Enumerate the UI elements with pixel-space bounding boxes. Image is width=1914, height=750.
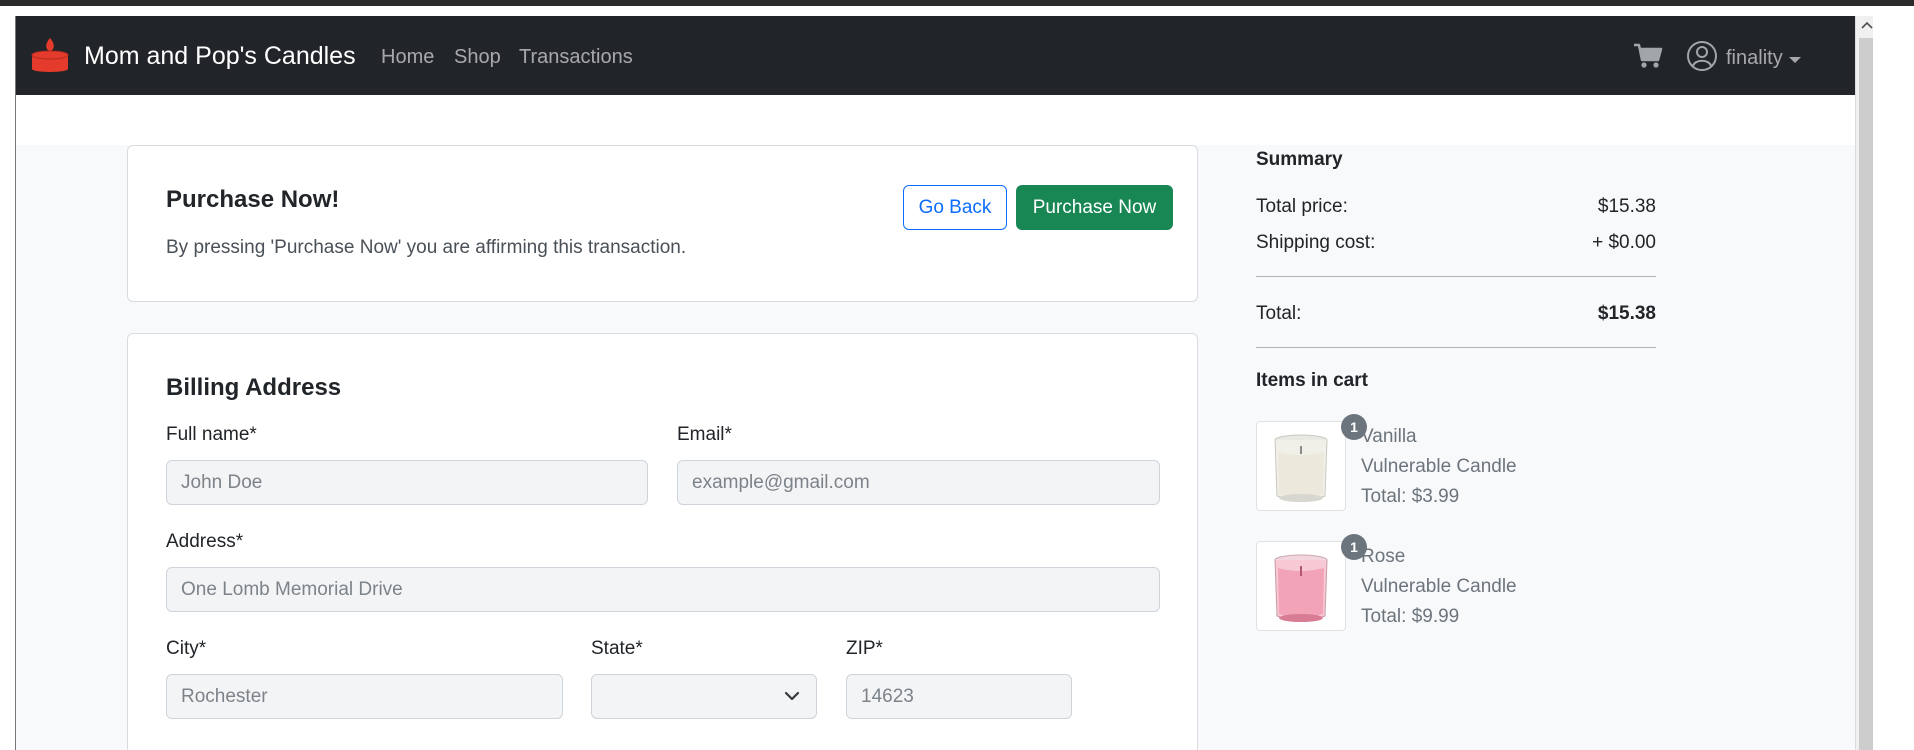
- cart-item-scent: Rose: [1361, 546, 1406, 567]
- full-name-label: Full name*: [166, 424, 257, 445]
- scrollbar-thumb[interactable]: [1859, 38, 1873, 750]
- total-value: $15.38: [1597, 303, 1656, 324]
- user-avatar-icon: [1686, 40, 1718, 77]
- user-dropdown[interactable]: finality: [1686, 40, 1801, 77]
- email-input[interactable]: [677, 460, 1160, 505]
- total-price-value: $15.38: [1597, 196, 1656, 217]
- cart-item-name: Vulnerable Candle: [1361, 456, 1517, 477]
- navbar: Mom and Pop's Candles Home Shop Transact…: [16, 16, 1856, 95]
- city-input[interactable]: [166, 674, 563, 719]
- billing-address-card: Billing Address Full name* Email* Addres…: [127, 333, 1198, 750]
- cart-item-total: Total: $9.99: [1361, 606, 1460, 627]
- shipping-cost-value: + $0.00: [1592, 232, 1656, 253]
- cart-item-scent: Vanilla: [1361, 426, 1417, 447]
- zip-input[interactable]: [846, 674, 1072, 719]
- items-in-cart-heading: Items in cart: [1256, 370, 1368, 391]
- scroll-up-arrow-icon[interactable]: [1860, 18, 1873, 31]
- billing-title: Billing Address: [166, 374, 342, 401]
- city-label: City*: [166, 638, 207, 659]
- cart-item-name: Vulnerable Candle: [1361, 576, 1517, 597]
- purchase-description: By pressing 'Purchase Now' you are affir…: [166, 237, 687, 258]
- state-label: State*: [591, 638, 643, 659]
- cart-icon[interactable]: [1633, 43, 1663, 74]
- address-label: Address*: [166, 531, 244, 552]
- shipping-cost-label: Shipping cost:: [1256, 232, 1376, 253]
- address-input[interactable]: [166, 567, 1160, 612]
- page-viewport: Mom and Pop's Candles Home Shop Transact…: [15, 16, 1856, 750]
- chevron-down-icon: [1788, 56, 1801, 63]
- cart-item-image: [1256, 541, 1346, 631]
- candle-jar-image: [1274, 554, 1328, 622]
- summary-divider: [1256, 347, 1656, 348]
- browser-top-strip: [0, 0, 1914, 6]
- zip-label: ZIP*: [846, 638, 883, 659]
- purchase-card: Purchase Now! By pressing 'Purchase Now'…: [127, 145, 1198, 302]
- nav-link-transactions[interactable]: Transactions: [519, 46, 633, 69]
- purchase-now-button[interactable]: Purchase Now: [1016, 185, 1173, 230]
- total-price-label: Total price:: [1256, 196, 1348, 217]
- full-name-input[interactable]: [166, 460, 648, 505]
- total-label: Total:: [1256, 303, 1302, 324]
- state-select[interactable]: [591, 674, 817, 719]
- chevron-down-icon: [784, 689, 800, 708]
- purchase-title: Purchase Now!: [166, 186, 340, 213]
- brand-link[interactable]: Mom and Pop's Candles: [30, 36, 356, 77]
- candle-jar-image: [1274, 434, 1328, 502]
- window-edge: [1873, 6, 1914, 750]
- nav-link-shop[interactable]: Shop: [454, 46, 501, 69]
- go-back-button[interactable]: Go Back: [903, 185, 1007, 230]
- cart-item-total: Total: $3.99: [1361, 486, 1460, 507]
- summary-divider: [1256, 276, 1656, 277]
- nav-link-home[interactable]: Home: [381, 46, 434, 69]
- summary-heading: Summary: [1256, 149, 1343, 170]
- user-name: finality: [1726, 47, 1783, 69]
- brand-name: Mom and Pop's Candles: [84, 42, 356, 70]
- email-label: Email*: [677, 424, 732, 445]
- candle-logo-icon: [30, 36, 70, 77]
- cart-item-image: [1256, 421, 1346, 511]
